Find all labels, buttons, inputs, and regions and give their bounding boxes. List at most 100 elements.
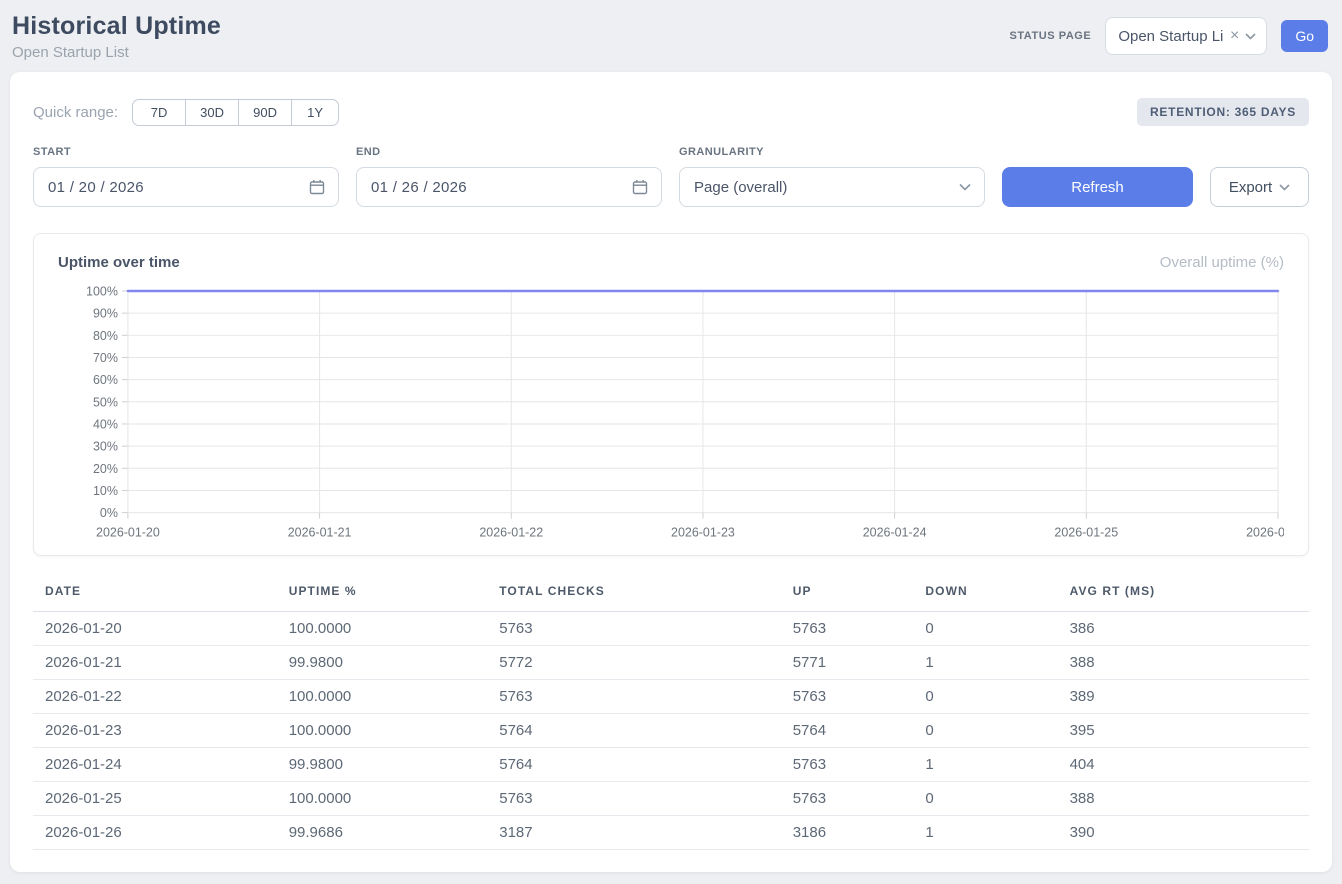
quick-range-row: Quick range: 7D 30D 90D 1Y RETENTION: 36…: [33, 98, 1309, 126]
table-cell: 395: [1058, 713, 1309, 747]
table-header-row: DATE UPTIME % TOTAL CHECKS UP DOWN AVG R…: [33, 580, 1309, 612]
table-cell: 100.0000: [277, 611, 488, 645]
table-cell: 99.9800: [277, 645, 488, 679]
refresh-button[interactable]: Refresh: [1002, 167, 1193, 207]
end-date-field: END 01 / 26 / 2026: [356, 146, 662, 207]
uptime-chart: 0%10%20%30%40%50%60%70%80%90%100%2026-01…: [58, 283, 1284, 545]
table-cell: 0: [913, 713, 1057, 747]
calendar-icon[interactable]: [309, 179, 325, 195]
svg-text:2026-01-23: 2026-01-23: [671, 526, 735, 540]
uptime-table: DATE UPTIME % TOTAL CHECKS UP DOWN AVG R…: [33, 580, 1309, 850]
table-cell: 2026-01-24: [33, 747, 277, 781]
table-row: 2026-01-2199.9800577257711388: [33, 645, 1309, 679]
quick-range-group: 7D 30D 90D 1Y: [132, 99, 339, 126]
table-cell: 5764: [781, 713, 914, 747]
status-page-label: STATUS PAGE: [1009, 30, 1091, 42]
table-cell: 3187: [487, 815, 780, 849]
quick-range-90d-button[interactable]: 90D: [238, 99, 292, 126]
chart-legend: Overall uptime (%): [1160, 254, 1284, 271]
page-subtitle: Open Startup List: [12, 44, 221, 61]
svg-text:20%: 20%: [93, 462, 118, 476]
table-cell: 1: [913, 815, 1057, 849]
quick-range-label: Quick range:: [33, 104, 118, 121]
svg-text:100%: 100%: [86, 284, 118, 298]
svg-text:0%: 0%: [100, 506, 118, 520]
table-cell: 1: [913, 747, 1057, 781]
table-cell: 5763: [487, 611, 780, 645]
svg-text:2026-01-20: 2026-01-20: [96, 526, 160, 540]
svg-text:70%: 70%: [93, 351, 118, 365]
export-button[interactable]: Export: [1210, 167, 1309, 207]
quick-range-1y-button[interactable]: 1Y: [291, 99, 339, 126]
chevron-down-icon: [1279, 184, 1290, 191]
table-cell: 100.0000: [277, 781, 488, 815]
chart-header: Uptime over time Overall uptime (%): [58, 254, 1284, 271]
header-controls: STATUS PAGE Open Startup List × Go: [1009, 17, 1328, 55]
table-cell: 5763: [487, 781, 780, 815]
chevron-down-icon: [959, 183, 971, 191]
table-cell: 388: [1058, 781, 1309, 815]
table-cell: 388: [1058, 645, 1309, 679]
table-row: 2026-01-2699.9686318731861390: [33, 815, 1309, 849]
table-cell: 5771: [781, 645, 914, 679]
uptime-chart-card: Uptime over time Overall uptime (%) 0% 10…: [33, 233, 1309, 556]
table-cell: 1: [913, 645, 1057, 679]
table-cell: 99.9686: [277, 815, 488, 849]
table-cell: 5763: [781, 611, 914, 645]
status-page-selected-value: Open Startup List: [1118, 28, 1224, 45]
start-date-label: START: [33, 146, 339, 158]
table-row: 2026-01-2499.9800576457631404: [33, 747, 1309, 781]
svg-text:50%: 50%: [93, 395, 118, 409]
svg-text:10%: 10%: [93, 484, 118, 498]
chart-title: Uptime over time: [58, 254, 180, 271]
svg-text:2026-01-24: 2026-01-24: [863, 526, 927, 540]
calendar-icon[interactable]: [632, 179, 648, 195]
svg-text:60%: 60%: [93, 373, 118, 387]
table-cell: 0: [913, 781, 1057, 815]
svg-text:80%: 80%: [93, 329, 118, 343]
table-row: 2026-01-25100.0000576357630388: [33, 781, 1309, 815]
granularity-field: GRANULARITY Page (overall): [679, 146, 985, 207]
table-row: 2026-01-22100.0000576357630389: [33, 679, 1309, 713]
start-date-input[interactable]: 01 / 20 / 2026: [33, 167, 339, 207]
table-cell: 5764: [487, 713, 780, 747]
table-cell: 3186: [781, 815, 914, 849]
table-cell: 390: [1058, 815, 1309, 849]
clear-selection-icon[interactable]: ×: [1230, 28, 1239, 44]
uptime-table-body: 2026-01-20100.00005763576303862026-01-21…: [33, 611, 1309, 849]
column-header-date: DATE: [33, 580, 277, 612]
table-cell: 5772: [487, 645, 780, 679]
table-cell: 0: [913, 611, 1057, 645]
granularity-select[interactable]: Page (overall): [679, 167, 985, 207]
granularity-selected-value: Page (overall): [694, 179, 787, 196]
table-cell: 2026-01-20: [33, 611, 277, 645]
column-header-down: DOWN: [913, 580, 1057, 612]
svg-text:40%: 40%: [93, 417, 118, 431]
uptime-table-wrap: DATE UPTIME % TOTAL CHECKS UP DOWN AVG R…: [33, 580, 1309, 850]
page-title: Historical Uptime: [12, 12, 221, 41]
svg-text:2026-01-25: 2026-01-25: [1054, 526, 1118, 540]
table-row: 2026-01-20100.0000576357630386: [33, 611, 1309, 645]
svg-text:2026-01-26: 2026-01-26: [1246, 526, 1284, 540]
export-button-label: Export: [1229, 179, 1272, 196]
chevron-down-icon: [1245, 33, 1256, 40]
quick-range-7d-button[interactable]: 7D: [132, 99, 186, 126]
status-page-select[interactable]: Open Startup List ×: [1105, 17, 1267, 55]
end-date-input[interactable]: 01 / 26 / 2026: [356, 167, 662, 207]
quick-range-30d-button[interactable]: 30D: [185, 99, 239, 126]
retention-badge: RETENTION: 365 DAYS: [1137, 98, 1309, 126]
table-cell: 5763: [487, 679, 780, 713]
table-cell: 2026-01-25: [33, 781, 277, 815]
table-cell: 404: [1058, 747, 1309, 781]
column-header-up: UP: [781, 580, 914, 612]
table-cell: 2026-01-26: [33, 815, 277, 849]
table-cell: 5764: [487, 747, 780, 781]
table-cell: 2026-01-22: [33, 679, 277, 713]
svg-text:30%: 30%: [93, 440, 118, 454]
table-cell: 389: [1058, 679, 1309, 713]
main-panel: Quick range: 7D 30D 90D 1Y RETENTION: 36…: [10, 72, 1332, 872]
table-cell: 0: [913, 679, 1057, 713]
go-button[interactable]: Go: [1281, 20, 1328, 52]
top-header: Historical Uptime Open Startup List STAT…: [0, 0, 1342, 72]
chart-area: 0%10%20%30%40%50%60%70%80%90%100%2026-01…: [58, 283, 1284, 545]
